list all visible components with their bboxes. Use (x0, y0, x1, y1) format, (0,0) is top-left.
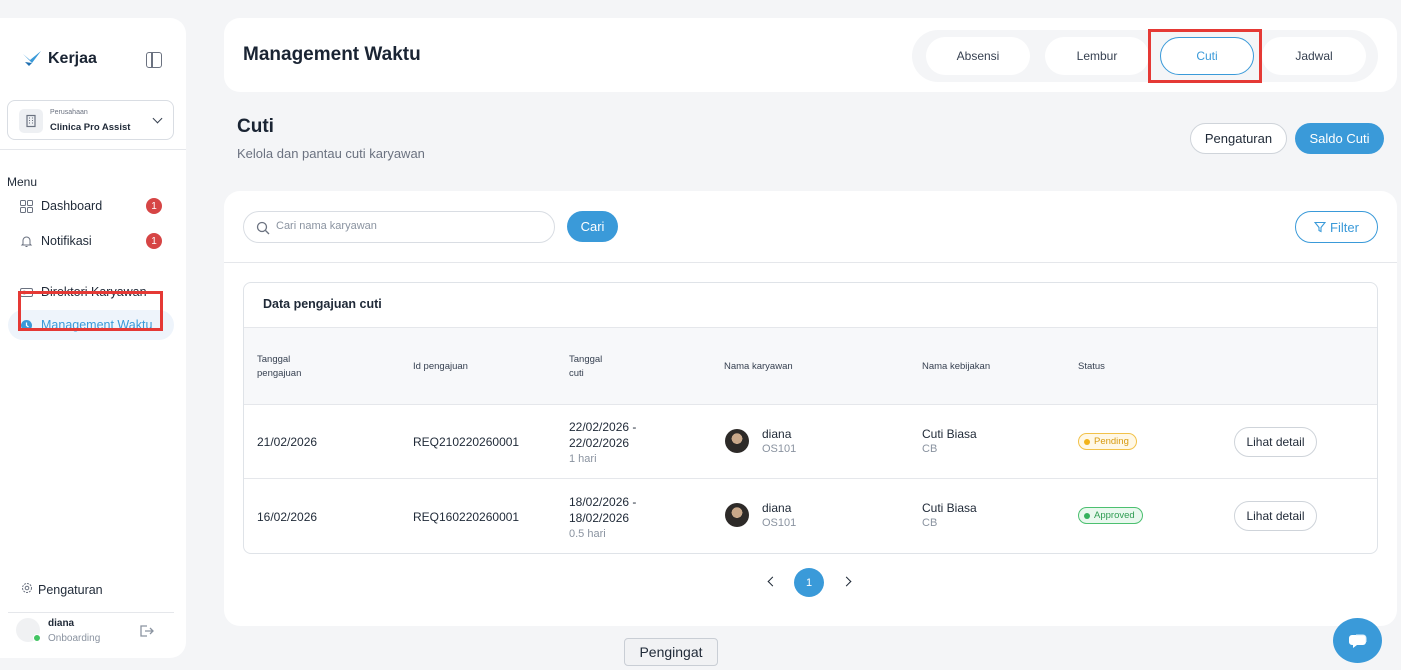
sidebar-collapse-icon[interactable] (146, 52, 162, 68)
leave-duration: 1 hari (569, 453, 597, 465)
sidebar: Kerjaa Perusahaan Clinica Pro Assist Men… (0, 18, 186, 658)
company-selector[interactable]: Perusahaan Clinica Pro Assist (7, 100, 174, 140)
brand-name: Kerjaa (48, 50, 97, 67)
menu-label: Menu (7, 175, 38, 189)
cell-request-id: REQ210220260001 (413, 435, 520, 449)
status-badge: Approved (1078, 507, 1143, 524)
cell-policy: Cuti Biasa CB (922, 427, 977, 455)
view-detail-button[interactable]: Lihat detail (1234, 501, 1317, 531)
filter-button[interactable]: Filter (1295, 211, 1378, 243)
page-title: Cuti (237, 116, 274, 137)
tab-absensi[interactable]: Absensi (926, 37, 1030, 75)
status-dot-icon (1084, 438, 1090, 445)
kerjaa-logo-icon (23, 51, 41, 66)
policy-code: CB (922, 517, 938, 529)
chat-bubble-icon (1348, 634, 1366, 648)
user-role: Onboarding (48, 633, 101, 644)
leave-balance-button[interactable]: Saldo Cuti (1295, 123, 1384, 154)
sidebar-item-label: Notifikasi (41, 234, 92, 248)
sidebar-item-notifikasi[interactable]: Notifikasi 1 (8, 226, 174, 256)
logout-icon[interactable] (139, 624, 154, 638)
table-title: Data pengajuan cuti (263, 297, 382, 311)
sidebar-item-label: Dashboard (41, 199, 103, 213)
search-input[interactable] (276, 220, 536, 232)
status-label: Pending (1094, 436, 1129, 447)
table-row: 21/02/2026 REQ210220260001 22/02/2026 - … (244, 405, 1377, 479)
leave-card: Cari Filter Data pengajuan cuti Tanggal … (224, 191, 1397, 626)
policy-name: Cuti Biasa (922, 501, 977, 515)
settings-label: Pengaturan (38, 582, 103, 597)
company-name: Clinica Pro Assist (50, 122, 131, 133)
card-divider (224, 262, 1397, 263)
filter-icon (1314, 221, 1327, 233)
column-header: Tanggal pengajuan (257, 354, 302, 379)
online-status-icon (33, 634, 41, 642)
table-header: Tanggal pengajuan Id pengajuan Tanggal c… (244, 327, 1377, 405)
chevron-right-icon[interactable] (841, 576, 852, 587)
settings-button[interactable]: Pengaturan (1190, 123, 1287, 154)
employee-name: diana (762, 427, 792, 441)
company-label: Perusahaan (50, 109, 88, 116)
employee-name: diana (762, 501, 792, 515)
user-name: diana (48, 618, 75, 629)
policy-code: CB (922, 443, 938, 455)
status-dot-icon (1084, 512, 1090, 519)
status-label: Approved (1094, 510, 1135, 521)
page-button-current[interactable]: 1 (794, 568, 824, 597)
tab-lembur[interactable]: Lembur (1045, 37, 1149, 75)
policy-name: Cuti Biasa (922, 427, 977, 441)
sidebar-settings-link[interactable]: Pengaturan (21, 582, 103, 597)
tab-group: Absensi Lembur Cuti Jadwal (912, 30, 1378, 82)
leave-date-from: 22/02/2026 - (569, 420, 637, 434)
highlight-box (18, 291, 163, 331)
cell-employee: diana OS101 (762, 501, 796, 529)
search-box[interactable] (243, 211, 555, 243)
cell-submitted: 16/02/2026 (257, 510, 318, 524)
bell-icon (20, 235, 33, 248)
leave-table: Data pengajuan cuti Tanggal pengajuan Id… (243, 282, 1378, 554)
cell-request-id: REQ160220260001 (413, 510, 520, 524)
column-header: Nama karyawan (724, 361, 793, 373)
avatar (725, 429, 749, 453)
employee-code: OS101 (762, 517, 797, 529)
brand[interactable]: Kerjaa (22, 50, 97, 68)
dashboard-badge: 1 (146, 198, 162, 214)
column-header: Status (1078, 361, 1105, 373)
notifikasi-badge: 1 (146, 233, 162, 249)
grid-icon (20, 199, 33, 213)
view-detail-button[interactable]: Lihat detail (1234, 427, 1317, 457)
sidebar-item-dashboard[interactable]: Dashboard 1 (8, 191, 174, 221)
reminder-tooltip: Pengingat (624, 638, 718, 666)
chat-button[interactable] (1333, 618, 1382, 663)
cell-submitted: 21/02/2026 (257, 435, 318, 449)
cell-leave-date: 22/02/2026 - 22/02/2026 1 hari (569, 419, 636, 467)
chevron-left-icon[interactable] (767, 576, 778, 587)
filter-label: Filter (1330, 219, 1359, 235)
leave-date-from: 18/02/2026 - (569, 495, 637, 509)
highlight-box (1148, 29, 1262, 83)
column-header: Id pengajuan (413, 361, 468, 373)
avatar (725, 503, 749, 527)
column-header: Tanggal cuti (569, 354, 603, 379)
leave-duration: 0.5 hari (569, 528, 606, 540)
search-icon (256, 221, 270, 235)
gear-icon (21, 582, 33, 597)
table-row: 16/02/2026 REQ160220260001 18/02/2026 - … (244, 479, 1377, 553)
leave-date-to: 22/02/2026 (569, 436, 630, 450)
page-header-title: Management Waktu (243, 44, 421, 65)
building-icon (19, 109, 43, 133)
employee-code: OS101 (762, 443, 797, 455)
leave-date-to: 18/02/2026 (569, 511, 630, 525)
cell-policy: Cuti Biasa CB (922, 501, 977, 529)
tab-jadwal[interactable]: Jadwal (1262, 37, 1366, 75)
sidebar-divider (8, 612, 174, 613)
status-badge: Pending (1078, 433, 1137, 450)
page-subtitle: Kelola dan pantau cuti karyawan (237, 146, 425, 161)
search-button[interactable]: Cari (567, 211, 618, 242)
column-header: Nama kebijakan (922, 361, 991, 373)
sidebar-divider (0, 149, 186, 150)
cell-employee: diana OS101 (762, 427, 796, 455)
cell-leave-date: 18/02/2026 - 18/02/2026 0.5 hari (569, 494, 636, 542)
chevron-down-icon (152, 113, 163, 124)
